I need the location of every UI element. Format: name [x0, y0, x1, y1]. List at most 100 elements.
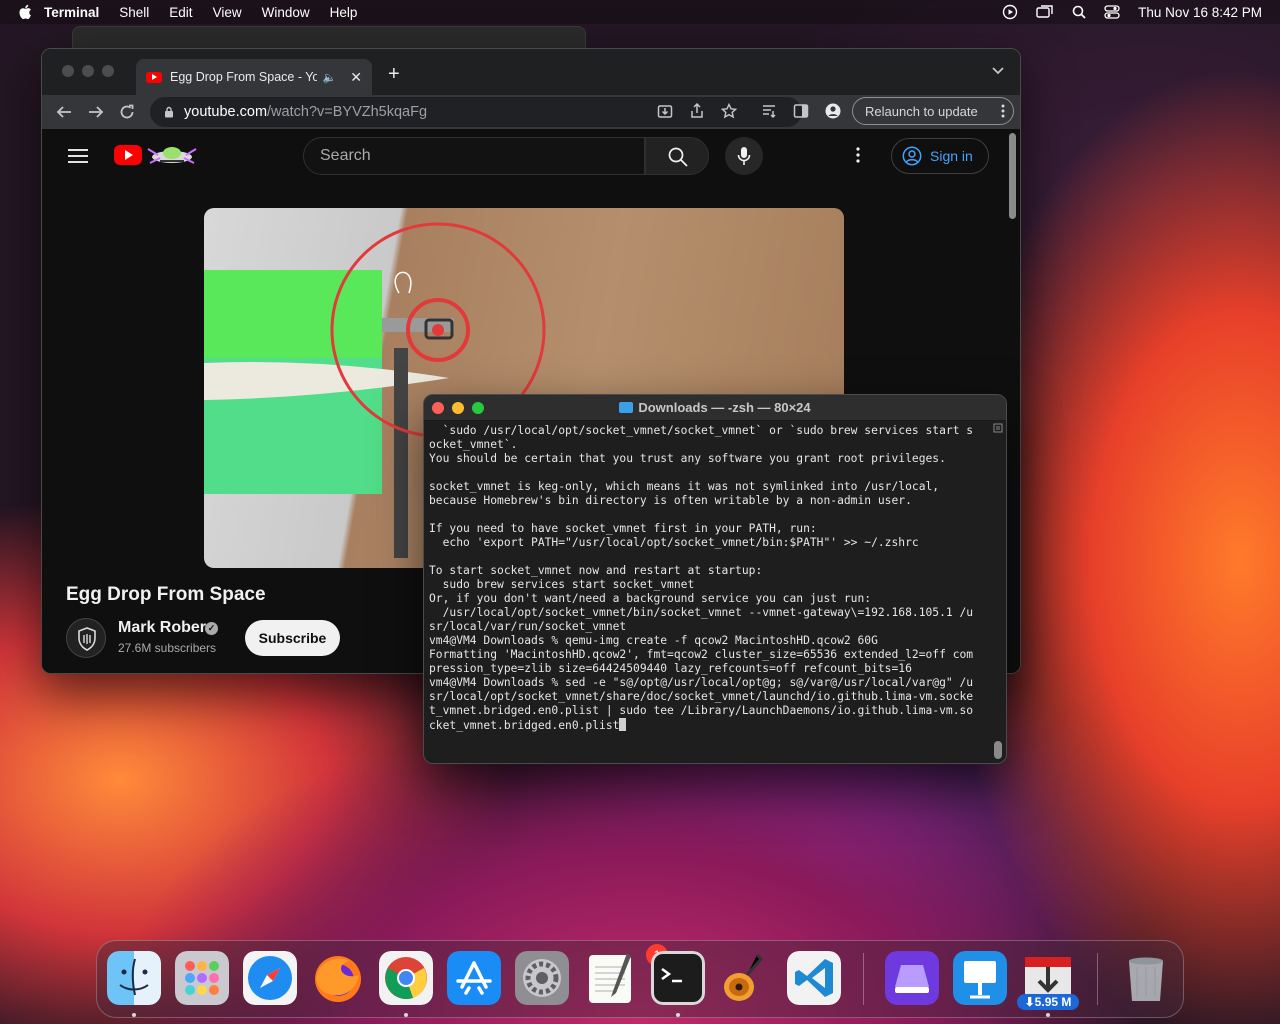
apple-configurator-icon[interactable] — [885, 951, 939, 1005]
youtube-logo[interactable] — [114, 145, 142, 165]
downloads-running-dot — [1046, 1013, 1050, 1017]
terminal-icon[interactable] — [651, 951, 705, 1005]
menu-help[interactable]: Help — [330, 5, 358, 20]
scroll-top-icon — [993, 423, 1003, 433]
channel-avatar[interactable] — [66, 618, 106, 658]
install-app-icon[interactable] — [657, 103, 673, 119]
minimize-window-button[interactable] — [82, 65, 94, 77]
terminal-line: cket_vmnet.bridged.en0.plist — [429, 718, 991, 733]
terminal-line: Formatting 'MacintoshHD.qcow2', fmt=qcow… — [429, 648, 974, 661]
reading-list-icon[interactable] — [761, 103, 777, 119]
finder-icon[interactable] — [107, 951, 161, 1005]
subscribe-button[interactable]: Subscribe — [245, 620, 340, 656]
menu-bar: Terminal Shell Edit View Window Help Thu… — [0, 0, 1280, 24]
youtube-favicon-icon — [146, 71, 162, 83]
menu-clock[interactable]: Thu Nov 16 8:42 PM — [1138, 5, 1262, 20]
menu-view[interactable]: View — [213, 5, 242, 20]
download-progress-label: ⬇5.95 M — [1017, 994, 1079, 1010]
tab-youtube[interactable]: Egg Drop From Space - YouTube 🔈 ✕ — [136, 59, 372, 95]
search-icon — [668, 147, 688, 167]
search-input[interactable]: Search — [303, 137, 645, 175]
dock-separator — [863, 953, 864, 1005]
url-path: /watch?v=BYVZh5kqaFg — [267, 104, 428, 120]
app-store-icon[interactable] — [447, 951, 501, 1005]
microphone-icon — [737, 147, 751, 165]
terminal-scroll-thumb[interactable] — [994, 741, 1002, 759]
system-settings-icon[interactable] — [515, 951, 569, 1005]
browser-toolbar: youtube.com/watch?v=BYVZh5kqaFg Relaunch… — [42, 95, 1020, 129]
terminal-running-dot — [676, 1013, 680, 1017]
hamburger-menu-icon[interactable] — [68, 149, 88, 163]
tab-title: Egg Drop From Space - YouTube — [170, 70, 317, 84]
sign-in-label: Sign in — [930, 148, 973, 164]
page-scrollbar[interactable] — [1009, 133, 1016, 219]
chrome-icon[interactable] — [379, 951, 433, 1005]
back-arrow-icon[interactable] — [56, 104, 72, 120]
safari-icon[interactable] — [243, 951, 297, 1005]
textedit-icon[interactable] — [583, 951, 637, 1005]
terminal-line: vm4@VM4 Downloads % qemu-img create -f q… — [429, 634, 878, 647]
keynote-icon[interactable] — [953, 951, 1007, 1005]
profile-avatar-icon[interactable] — [825, 103, 841, 119]
firefox-icon[interactable] — [311, 951, 365, 1005]
terminal-title-text: Downloads — -zsh — 80×24 — [638, 400, 811, 415]
video-title: Egg Drop From Space — [66, 584, 266, 605]
close-window-button[interactable] — [62, 65, 74, 77]
dock: 1 ⬇5.95 M — [96, 940, 1184, 1018]
finder-running-dot — [132, 1013, 136, 1017]
share-icon[interactable] — [689, 103, 705, 119]
terminal-line: sudo brew services start socket_vmnet — [429, 578, 695, 591]
kebab-menu-icon[interactable] — [1001, 103, 1005, 119]
terminal-cursor — [619, 718, 627, 731]
voice-search-button[interactable] — [725, 137, 763, 175]
relaunch-label: Relaunch to update — [865, 103, 978, 119]
verified-check-icon: ✓ — [205, 622, 218, 635]
apple-menu-icon[interactable] — [18, 4, 32, 20]
bookmark-star-icon[interactable] — [721, 103, 737, 119]
forward-arrow-icon[interactable] — [88, 104, 104, 120]
terminal-line: sr/local/var/run/socket_vmnet — [429, 620, 627, 633]
menu-app-name[interactable]: Terminal — [44, 5, 99, 20]
terminal-line: because Homebrew's bin directory is ofte… — [429, 494, 912, 507]
terminal-titlebar[interactable]: Downloads — -zsh — 80×24 — [424, 395, 1006, 421]
terminal-scrollbar[interactable] — [993, 423, 1003, 763]
terminal-window: Downloads — -zsh — 80×24 `sudo /usr/loca… — [423, 394, 1007, 764]
terminal-line: Or, if you don't want/need a background … — [429, 592, 872, 605]
terminal-line: If you need to have socket_vmnet first i… — [429, 522, 817, 535]
menu-edit[interactable]: Edit — [169, 5, 192, 20]
now-playing-icon[interactable] — [1002, 4, 1018, 20]
chevron-down-icon[interactable] — [992, 67, 1004, 75]
speaker-icon[interactable]: 🔈 — [323, 71, 337, 84]
zoom-window-button[interactable] — [102, 65, 114, 77]
subscriber-count: 27.6M subscribers — [118, 641, 217, 655]
garageband-icon[interactable] — [719, 951, 773, 1005]
spotlight-search-icon[interactable] — [1072, 5, 1086, 19]
screen-mirroring-icon[interactable] — [1036, 5, 1054, 19]
side-panel-icon[interactable] — [793, 103, 809, 119]
launchpad-icon[interactable] — [175, 951, 229, 1005]
window-controls — [62, 65, 114, 77]
youtube-doodle-icon[interactable] — [146, 139, 198, 171]
toolbar-icons — [657, 103, 841, 119]
more-options-icon[interactable] — [856, 147, 860, 163]
sign-in-button[interactable]: Sign in — [891, 138, 989, 174]
menu-shell[interactable]: Shell — [119, 5, 149, 20]
menu-window[interactable]: Window — [262, 5, 310, 20]
terminal-line: vm4@VM4 Downloads % sed -e "s@/opt@/usr/… — [429, 676, 974, 689]
terminal-line: pression_type=zlib size=64424509440 lazy… — [429, 662, 912, 675]
close-tab-icon[interactable]: ✕ — [350, 69, 362, 86]
reload-icon[interactable] — [119, 104, 135, 120]
site-info-lock-icon[interactable] — [164, 106, 174, 118]
control-center-icon[interactable] — [1104, 5, 1120, 19]
vscode-icon[interactable] — [787, 951, 841, 1005]
terminal-line: socket_vmnet is keg-only, which means it… — [429, 480, 940, 493]
trash-icon[interactable] — [1119, 951, 1173, 1005]
terminal-output[interactable]: `sudo /usr/local/opt/socket_vmnet/socket… — [429, 424, 991, 762]
search-button[interactable] — [645, 137, 709, 175]
relaunch-to-update-button[interactable]: Relaunch to update — [852, 97, 1014, 125]
new-tab-button[interactable]: + — [388, 63, 400, 86]
channel-name[interactable]: Mark Rober — [118, 619, 206, 637]
